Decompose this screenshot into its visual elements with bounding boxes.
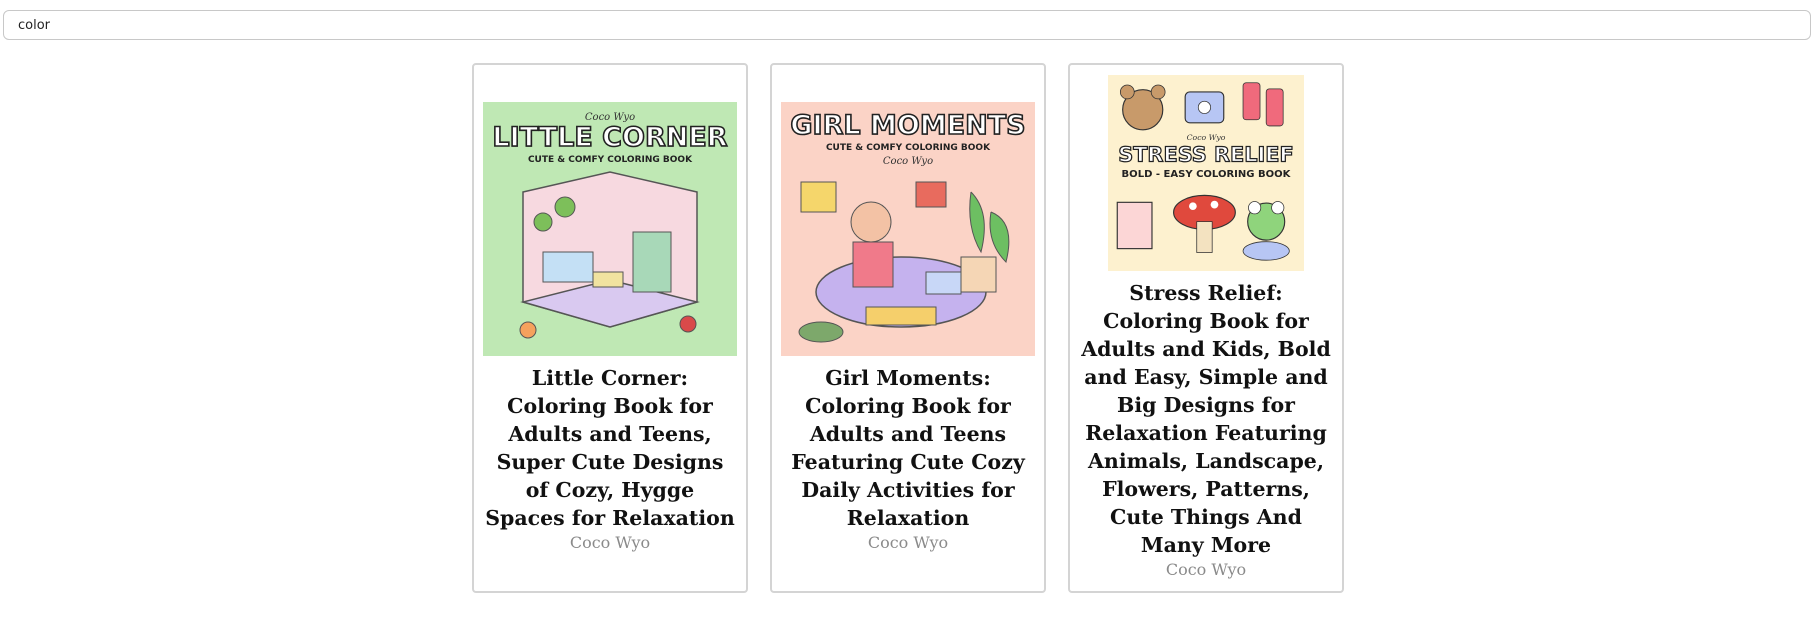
- book-card[interactable]: Coco Wyo STRESS RELIEF BOLD - EASY COLOR…: [1068, 63, 1344, 593]
- cover-headline: GIRL MOMENTS: [790, 110, 1025, 141]
- book-author: Coco Wyo: [867, 533, 949, 552]
- book-cover-image[interactable]: Coco Wyo STRESS RELIEF BOLD - EASY COLOR…: [1079, 75, 1333, 271]
- cover-tagline: CUTE & COMFY COLORING BOOK: [826, 143, 991, 153]
- book-cover-image[interactable]: GIRL MOMENTS CUTE & COMFY COLORING BOOK …: [781, 102, 1035, 356]
- book-author: Coco Wyo: [569, 533, 651, 552]
- cover-headline: LITTLE CORNER: [492, 122, 727, 153]
- results-grid: Coco Wyo LITTLE CORNER CUTE & COMFY COLO…: [0, 63, 1817, 593]
- cover-brand: Coco Wyo: [883, 156, 933, 167]
- search-input[interactable]: [3, 10, 1811, 40]
- cover-tagline: BOLD - EASY COLORING BOOK: [1122, 169, 1292, 180]
- book-card[interactable]: GIRL MOMENTS CUTE & COMFY COLORING BOOK …: [770, 63, 1046, 593]
- book-cover-image[interactable]: Coco Wyo LITTLE CORNER CUTE & COMFY COLO…: [483, 102, 737, 356]
- cover-headline: STRESS RELIEF: [1118, 142, 1294, 166]
- book-title[interactable]: Little Corner: Coloring Book for Adults …: [482, 364, 738, 532]
- book-title[interactable]: Girl Moments: Coloring Book for Adults a…: [780, 364, 1036, 532]
- cover-tagline: CUTE & COMFY COLORING BOOK: [528, 155, 693, 165]
- book-card[interactable]: Coco Wyo LITTLE CORNER CUTE & COMFY COLO…: [472, 63, 748, 593]
- book-author: Coco Wyo: [1165, 560, 1247, 579]
- book-title[interactable]: Stress Relief: Coloring Book for Adults …: [1078, 279, 1334, 559]
- cover-brand: Coco Wyo: [1187, 133, 1226, 142]
- search-bar: [3, 10, 1811, 40]
